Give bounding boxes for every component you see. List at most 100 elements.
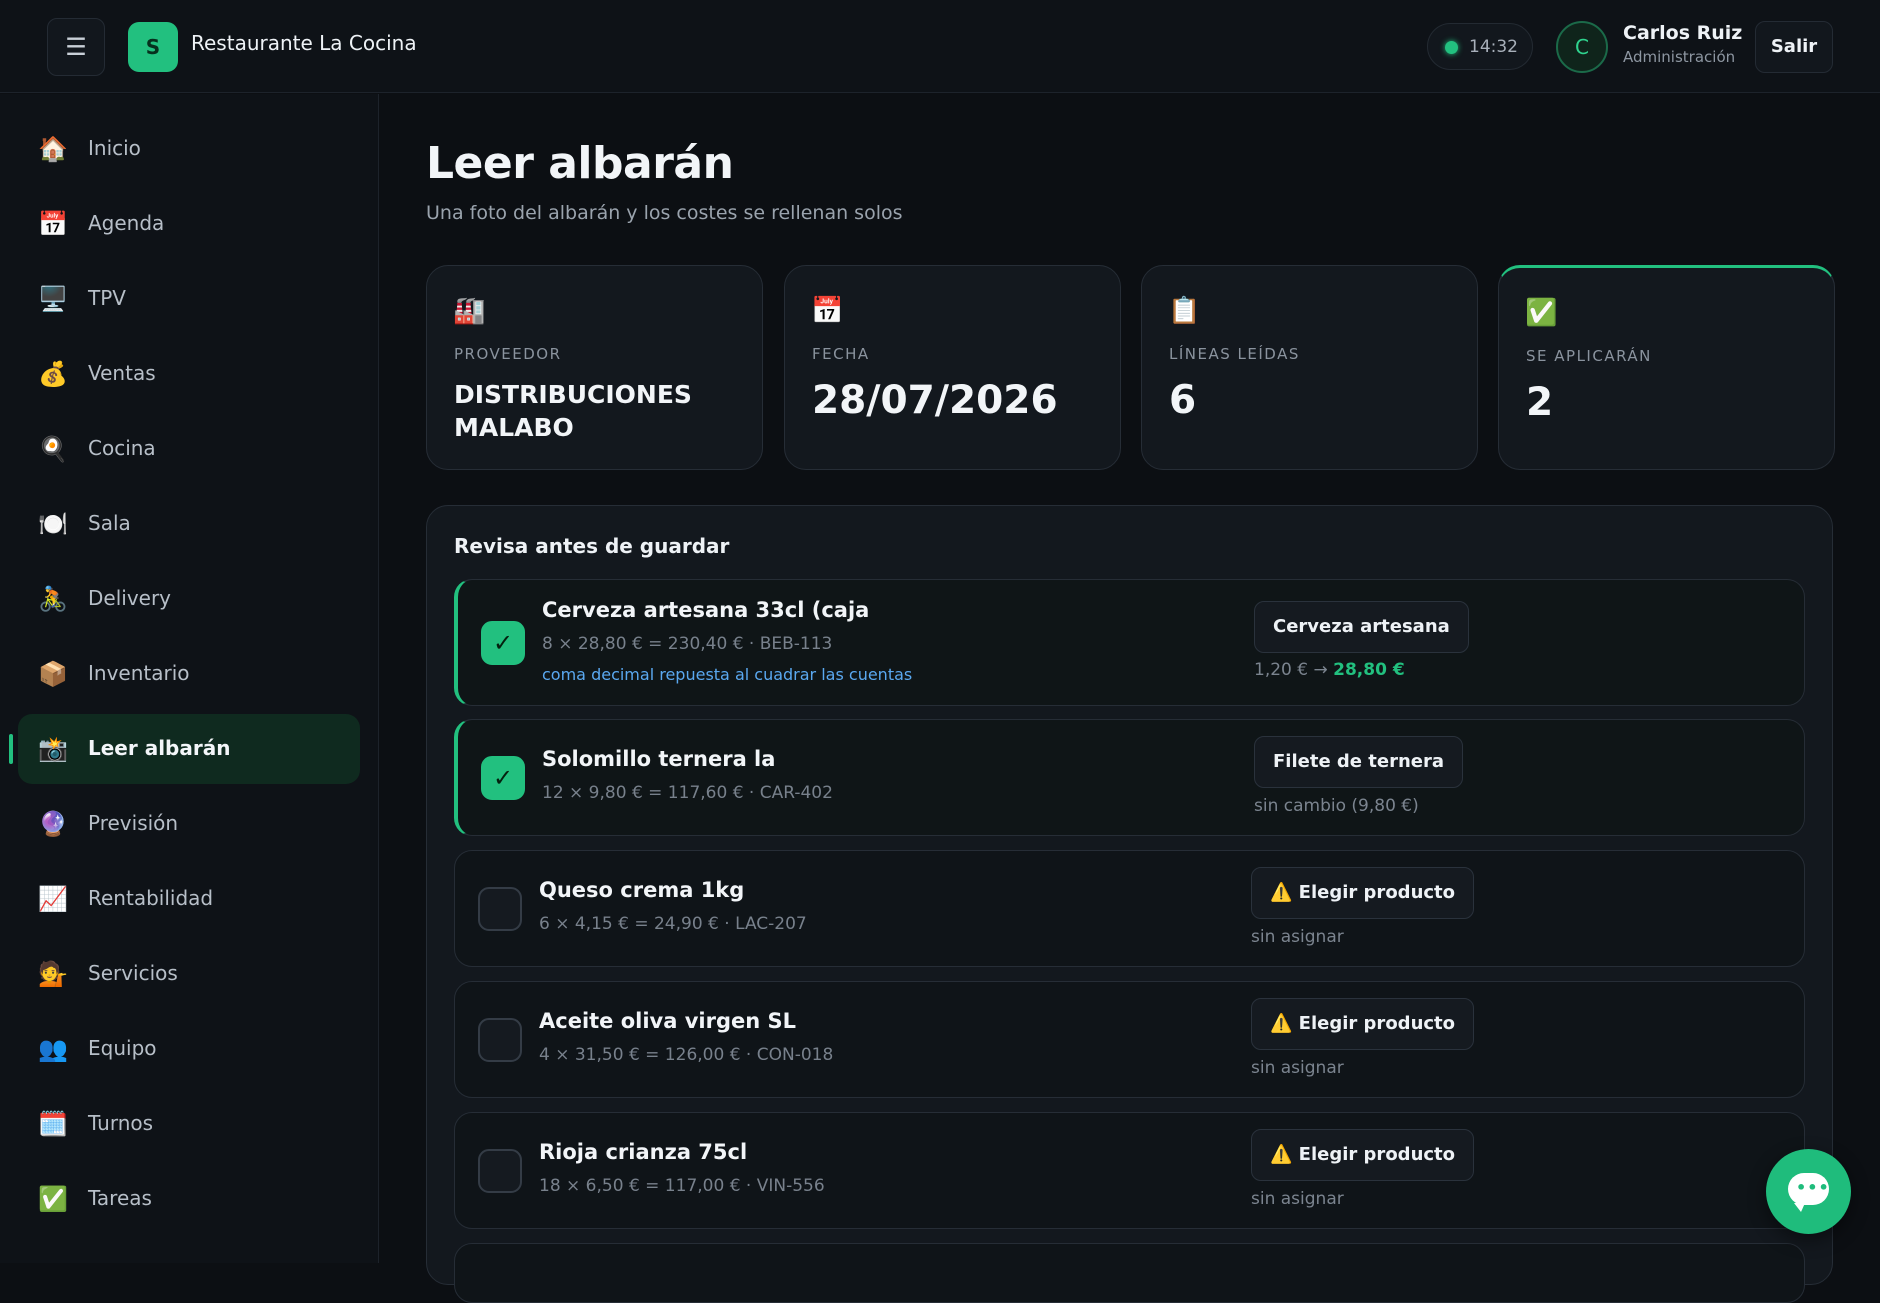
user-name: Carlos Ruiz — [1623, 22, 1743, 44]
hamburger-icon: ☰ — [65, 33, 87, 61]
people-icon: 👥 — [38, 1035, 68, 1063]
line-item[interactable] — [454, 1243, 1805, 1303]
sidebar-item-delivery[interactable]: 🚴 Delivery — [18, 564, 360, 634]
sidebar-item-leer-albaran[interactable]: 📸 Leer albarán — [9, 714, 360, 784]
page-subtitle: Una foto del albarán y los costes se rel… — [426, 202, 903, 224]
review-panel: Revisa antes de guardar ✓ Cerveza artesa… — [426, 505, 1833, 1303]
sidebar-item-label: Ventas — [88, 361, 156, 385]
price-status: sin asignar — [1251, 1058, 1344, 1078]
clipboard-icon: 📋 — [1168, 296, 1201, 326]
price-status: sin asignar — [1251, 927, 1344, 947]
stat-card-lineas-leidas: 📋 LÍNEAS LEÍDAS 6 — [1141, 265, 1478, 470]
sidebar-item-tareas[interactable]: ✅ Tareas — [18, 1164, 360, 1234]
clock-time: 14:32 — [1469, 37, 1518, 57]
stat-label: PROVEEDOR — [454, 345, 562, 363]
sidebar-item-inventario[interactable]: 📦 Inventario — [18, 639, 360, 709]
sidebar-item-ventas[interactable]: 💰 Ventas — [18, 339, 360, 409]
price-status: sin cambio (9,80 €) — [1254, 796, 1419, 816]
camera-icon: 📸 — [38, 735, 68, 763]
brand-logo[interactable]: S — [128, 22, 178, 72]
sidebar-item-agenda[interactable]: 📅 Agenda — [18, 189, 360, 259]
crystal-ball-icon: 🔮 — [38, 810, 68, 838]
user-role: Administración — [1623, 48, 1736, 66]
line-name: Aceite oliva virgen SL — [539, 1009, 797, 1033]
sidebar-item-label: Rentabilidad — [88, 886, 214, 910]
calendar-icon: 📅 — [38, 210, 68, 238]
line-detail: 6 × 4,15 € = 24,90 € · LAC-207 — [539, 914, 807, 934]
sidebar-item-label: Leer albarán — [88, 736, 231, 760]
sidebar-item-label: Inicio — [88, 136, 141, 160]
sidebar-item-sala[interactable]: 🍽️ Sala — [18, 489, 360, 559]
chat-button[interactable]: ••• — [1766, 1149, 1851, 1234]
menu-button[interactable]: ☰ — [47, 18, 105, 76]
price-new: 28,80 € — [1333, 660, 1405, 680]
line-checkbox[interactable]: ✓ — [481, 756, 525, 800]
logout-button[interactable]: Salir — [1755, 21, 1833, 73]
clock-pill: 14:32 — [1427, 23, 1533, 70]
sidebar-item-prevision[interactable]: 🔮 Previsión — [18, 789, 360, 859]
line-item[interactable]: Aceite oliva virgen SL 4 × 31,50 € = 126… — [454, 981, 1805, 1098]
stat-value: 2 — [1526, 380, 1554, 425]
sidebar-item-turnos[interactable]: 🗓️ Turnos — [18, 1089, 360, 1159]
top-bar: ☰ S Restaurante La Cocina 14:32 C Carlos… — [0, 0, 1880, 93]
frying-pan-icon: 🍳 — [38, 435, 68, 463]
line-item[interactable]: Queso crema 1kg 6 × 4,15 € = 24,90 € · L… — [454, 850, 1805, 967]
person-tipping-hand-icon: 💁 — [38, 960, 68, 988]
line-name: Rioja crianza 75cl — [539, 1140, 748, 1164]
line-checkbox[interactable] — [478, 887, 522, 931]
line-item[interactable]: ✓ Solomillo ternera la 12 × 9,80 € = 117… — [454, 719, 1805, 836]
cyclist-icon: 🚴 — [38, 585, 68, 613]
line-checkbox[interactable] — [478, 1018, 522, 1062]
stat-label: FECHA — [812, 345, 870, 363]
choose-product-button[interactable]: ⚠️ Elegir producto — [1251, 998, 1475, 1050]
product-select-button[interactable]: Filete de ternera — [1254, 736, 1464, 788]
sidebar-item-label: Cocina — [88, 436, 156, 460]
line-detail: 18 × 6,50 € = 117,00 € · VIN-556 — [539, 1176, 825, 1196]
line-name: Queso crema 1kg — [539, 878, 745, 902]
stat-value: 6 — [1169, 378, 1197, 423]
check-mark-icon: ✅ — [38, 1185, 68, 1213]
sidebar-item-label: Turnos — [88, 1111, 154, 1135]
desktop-computer-icon: 🖥️ — [38, 285, 68, 313]
product-select-button[interactable]: Cerveza artesana — [1254, 601, 1469, 653]
check-mark-icon: ✅ — [1525, 298, 1558, 328]
chart-up-icon: 📈 — [38, 885, 68, 913]
avatar[interactable]: C — [1556, 21, 1608, 73]
sidebar-item-rentabilidad[interactable]: 📈 Rentabilidad — [18, 864, 360, 934]
status-dot-icon — [1445, 41, 1458, 54]
stat-value: 28/07/2026 — [812, 378, 1058, 423]
sidebar-item-inicio[interactable]: 🏠 Inicio — [18, 114, 360, 184]
sidebar-item-label: Delivery — [88, 586, 172, 610]
sidebar-item-label: TPV — [88, 286, 126, 310]
stat-card-se-aplicaran: ✅ SE APLICARÁN 2 — [1498, 265, 1835, 470]
sidebar-item-tpv[interactable]: 🖥️ TPV — [18, 264, 360, 334]
review-title: Revisa antes de guardar — [454, 534, 730, 558]
line-item[interactable]: Rioja crianza 75cl 18 × 6,50 € = 117,00 … — [454, 1112, 1805, 1229]
price-old: 1,20 € — [1254, 660, 1309, 680]
line-name: Cerveza artesana 33cl (caja — [542, 598, 870, 622]
sidebar: 🏠 Inicio 📅 Agenda 🖥️ TPV 💰 Ventas 🍳 Cocina 🍽️ Sala 🚴… — [0, 94, 379, 1263]
choose-product-button[interactable]: ⚠️ Elegir producto — [1251, 867, 1475, 919]
sidebar-item-equipo[interactable]: 👥 Equipo — [18, 1014, 360, 1084]
sidebar-item-label: Inventario — [88, 661, 190, 685]
sidebar-item-label: Previsión — [88, 811, 179, 835]
chat-bubble-icon: ••• — [1788, 1173, 1829, 1212]
line-checkbox[interactable]: ✓ — [481, 621, 525, 665]
sidebar-item-cocina[interactable]: 🍳 Cocina — [18, 414, 360, 484]
line-note: coma decimal repuesta al cuadrar las cue… — [542, 665, 913, 684]
line-checkbox[interactable] — [478, 1149, 522, 1193]
line-item[interactable]: ✓ Cerveza artesana 33cl (caja 8 × 28,80 … — [454, 579, 1805, 706]
price-change: 1,20 € → 28,80 € — [1254, 660, 1405, 680]
line-detail: 8 × 28,80 € = 230,40 € · BEB-113 — [542, 634, 833, 654]
stat-label: LÍNEAS LEÍDAS — [1169, 345, 1300, 363]
line-detail: 12 × 9,80 € = 117,60 € · CAR-402 — [542, 783, 833, 803]
choose-product-button[interactable]: ⚠️ Elegir producto — [1251, 1129, 1475, 1181]
page-title: Leer albarán — [426, 138, 734, 189]
factory-icon: 🏭 — [453, 296, 486, 326]
sidebar-item-label: Tareas — [88, 1186, 152, 1210]
package-icon: 📦 — [38, 660, 68, 688]
price-status: sin asignar — [1251, 1189, 1344, 1209]
arrow-right-icon: → — [1313, 660, 1328, 680]
spiral-calendar-icon: 🗓️ — [38, 1110, 68, 1138]
sidebar-item-servicios[interactable]: 💁 Servicios — [18, 939, 360, 1009]
